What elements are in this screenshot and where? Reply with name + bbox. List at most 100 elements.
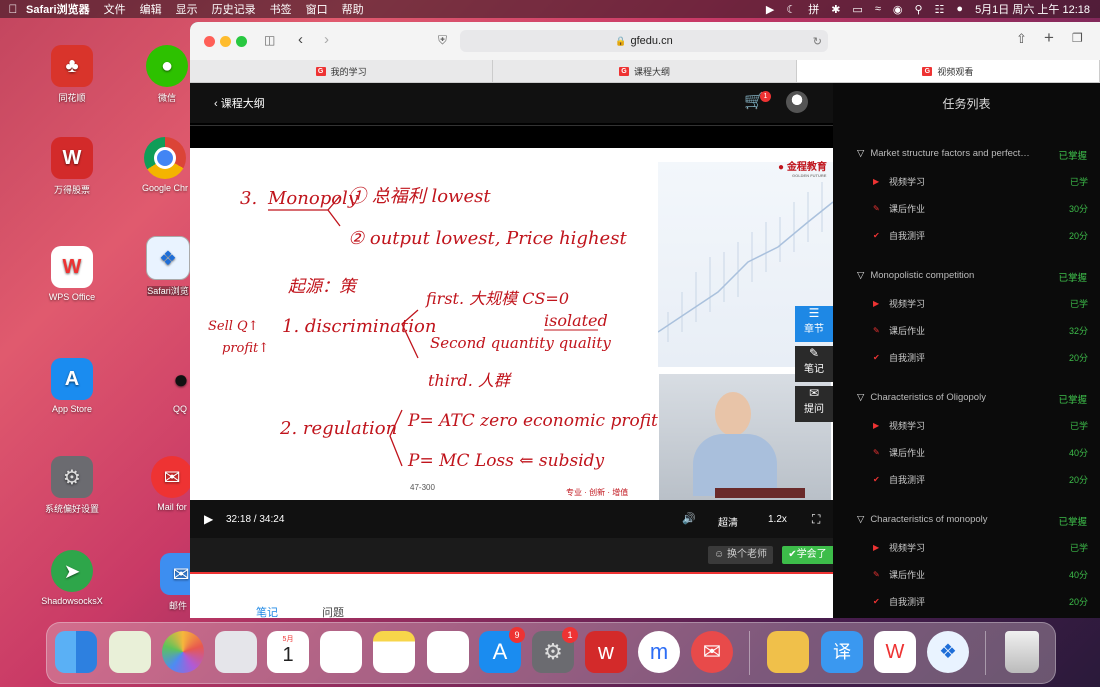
photos-icon[interactable] — [162, 631, 204, 673]
maps-icon[interactable] — [109, 631, 151, 673]
task-row[interactable]: ✔ 自我测评 20分 — [873, 595, 1088, 608]
task-row[interactable]: ✎ 课后作业 30分 — [873, 202, 1088, 215]
task-row[interactable]: ✔ 自我测评 20分 — [873, 473, 1088, 486]
apple-icon[interactable]:  — [0, 2, 26, 16]
app-group-icon[interactable] — [767, 631, 809, 673]
tab-my-study[interactable]: G 我的学习 — [190, 60, 494, 82]
desktop-icon-shadowsocks[interactable]: ➤ ShadowsocksX — [30, 550, 114, 606]
mail-dock-icon[interactable]: ✉ — [691, 631, 733, 673]
check-icon: ✔ — [788, 549, 797, 560]
wind-dock-icon[interactable]: w — [585, 631, 627, 673]
wps-dock-icon[interactable]: W — [874, 631, 916, 673]
menu-bookmarks[interactable]: 书签 — [270, 1, 292, 17]
play-icon[interactable]: ▶ — [204, 512, 213, 526]
desktop-icon-tonghuashun[interactable]: ♣ 同花顺 — [30, 45, 114, 104]
chat-icon: ✉ — [808, 386, 820, 400]
safari-dock-icon[interactable]: ❖ — [927, 631, 969, 673]
menu-window[interactable]: 窗口 — [306, 1, 328, 17]
learned-button[interactable]: ✔学会了 — [782, 546, 833, 564]
video-controls: ▶ 32:18 / 34:24 🔊 超清 1.2x ⛶ — [190, 500, 833, 538]
mindnode-icon[interactable]: m — [638, 631, 680, 673]
trash-icon[interactable] — [1005, 631, 1039, 673]
menu-edit[interactable]: 编辑 — [140, 1, 162, 17]
task-row[interactable]: ✔ 自我测评 20分 — [873, 229, 1088, 242]
zoom-window-button[interactable] — [236, 36, 247, 47]
control-center-icon[interactable]: ☷ — [935, 3, 945, 16]
desktop-icon-mailfor[interactable]: ✉ Mail for — [150, 456, 194, 512]
task-row[interactable]: ▶ 视频学习 已学 — [873, 175, 1088, 188]
back-icon[interactable]: ‹ — [298, 31, 303, 48]
task-row[interactable]: ✎ 课后作业 40分 — [873, 446, 1088, 459]
video-player[interactable]: ● 金程教育 GOLDEN FUTURE 3. Monopoly ① 总福利 l… — [190, 148, 834, 500]
app-store-dock-icon[interactable]: A9 — [479, 627, 525, 673]
close-window-button[interactable] — [204, 36, 215, 47]
sidebar-toggle-icon[interactable]: ◫ — [264, 33, 275, 47]
task-row[interactable]: ▶ 视频学习 已学 — [873, 297, 1088, 310]
address-bar[interactable]: 🔒 gfedu.cn ↻ — [460, 30, 828, 52]
menu-file[interactable]: 文件 — [104, 1, 126, 17]
shield-icon[interactable]: ⛨ — [438, 33, 447, 48]
tab-course-outline[interactable]: G 课程大纲 — [493, 60, 797, 82]
fullscreen-icon[interactable]: ⛶ — [812, 512, 820, 527]
battery-icon[interactable]: ▭ — [852, 3, 862, 16]
notes-button[interactable]: ✎ 笔记 — [795, 346, 833, 382]
desktop-icon-safari[interactable]: ❖ Safari浏览 — [143, 236, 193, 297]
section-1[interactable]: ▽ Monopolistic competition 已掌握 — [857, 270, 1087, 284]
section-2[interactable]: ▽ Characteristics of Oligopoly 已掌握 — [857, 392, 1087, 406]
launchpad-icon[interactable] — [215, 631, 257, 673]
chapter-button[interactable]: ☰ 章节 — [795, 306, 833, 342]
siri-icon[interactable]: ● — [956, 3, 963, 15]
calendar-day: 1 — [282, 644, 294, 666]
notes-icon[interactable] — [373, 631, 415, 673]
app-store-badge: 9 — [509, 627, 525, 643]
task-row[interactable]: ▶ 视频学习 已学 — [873, 541, 1088, 554]
finder-icon[interactable] — [55, 631, 97, 673]
moon-icon[interactable]: ☾ — [786, 3, 796, 16]
section-3[interactable]: ▽ Characteristics of monopoly 已掌握 — [857, 514, 1087, 528]
forward-icon[interactable]: › — [324, 31, 329, 48]
volume-icon[interactable]: 🔊 — [682, 512, 696, 525]
reload-icon[interactable]: ↻ — [813, 35, 822, 48]
quality-selector[interactable]: 超清 — [718, 514, 738, 529]
menu-clock[interactable]: 5月1日 周六 上午 12:18 — [975, 1, 1090, 17]
wifi-icon[interactable]: ≈ — [875, 3, 881, 15]
avatar[interactable] — [786, 91, 808, 113]
back-to-outline-link[interactable]: ‹ 课程大纲 — [214, 95, 265, 111]
input-method-icon[interactable]: 拼 — [808, 1, 819, 17]
calendar-icon[interactable]: 5月 1 — [267, 631, 309, 673]
desktop-icon-sysprefs[interactable]: ⚙ 系统偏好设置 — [30, 456, 114, 515]
numbers-icon[interactable] — [427, 631, 469, 673]
menu-app-name[interactable]: Safari浏览器 — [26, 1, 90, 17]
play-status-icon[interactable]: ▶ — [766, 3, 774, 16]
ask-button[interactable]: ✉ 提问 — [795, 386, 833, 422]
user-icon[interactable]: ◉ — [893, 3, 903, 16]
task-row[interactable]: ▶ 视频学习 已学 — [873, 419, 1088, 432]
tab-video-watch[interactable]: G 视频观看 — [796, 60, 1100, 82]
desktop-icon-wps[interactable]: W WPS Office — [30, 246, 114, 302]
menu-history[interactable]: 历史记录 — [212, 1, 256, 17]
reminders-icon[interactable] — [320, 631, 362, 673]
section-0[interactable]: ▽ Market structure factors and perfect… 已掌… — [857, 148, 1087, 162]
task-row[interactable]: ✎ 课后作业 32分 — [873, 324, 1088, 337]
new-tab-icon[interactable]: + — [1044, 28, 1054, 48]
translate-icon[interactable]: 译 — [821, 631, 863, 673]
tab-overview-icon[interactable]: ❐ — [1072, 31, 1083, 45]
test-icon: ✔ — [873, 231, 880, 240]
desktop-icon-wind[interactable]: W 万得股票 — [30, 137, 114, 196]
desktop-icon-appstore[interactable]: A App Store — [30, 358, 114, 414]
slide-slogan: 专业 · 创新 · 增值 — [566, 488, 629, 497]
safari-icon: ❖ — [146, 236, 190, 280]
share-icon[interactable]: ⇧ — [1016, 31, 1027, 47]
bluetooth-icon[interactable]: ✱ — [831, 3, 840, 16]
menu-help[interactable]: 帮助 — [342, 1, 364, 17]
system-preferences-dock-icon[interactable]: ⚙ 1 — [532, 627, 578, 673]
change-teacher-button[interactable]: ☺ 换个老师 — [708, 546, 773, 564]
tab-questions[interactable]: 问题 — [322, 604, 344, 618]
task-row[interactable]: ✔ 自我测评 20分 — [873, 351, 1088, 364]
spotlight-icon[interactable]: ⚲ — [914, 3, 922, 16]
speed-selector[interactable]: 1.2x — [768, 514, 787, 525]
menu-view[interactable]: 显示 — [176, 1, 198, 17]
minimize-window-button[interactable] — [220, 36, 231, 47]
tab-notes[interactable]: 笔记 — [256, 604, 278, 618]
task-row[interactable]: ✎ 课后作业 40分 — [873, 568, 1088, 581]
